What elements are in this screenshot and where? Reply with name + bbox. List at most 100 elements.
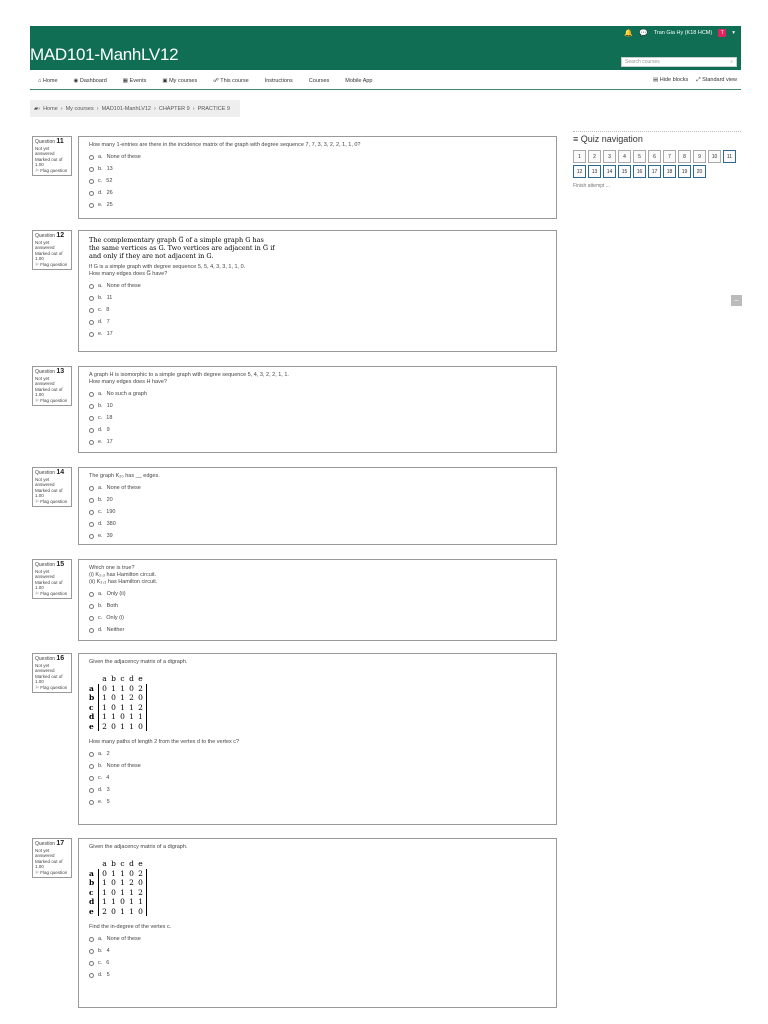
- finish-attempt-link[interactable]: Finish attempt ...: [573, 183, 741, 189]
- answer-option[interactable]: c. 6: [89, 960, 546, 967]
- quiz-nav-button-7[interactable]: 7: [663, 150, 676, 163]
- answer-option[interactable]: d. 380: [89, 521, 546, 528]
- flag-question-button[interactable]: ⚐ Flag question: [35, 262, 69, 268]
- quiz-nav-button-13[interactable]: 13: [588, 165, 601, 178]
- radio-button[interactable]: [89, 191, 94, 196]
- radio-button[interactable]: [89, 167, 94, 172]
- answer-option[interactable]: c. 4: [89, 775, 546, 782]
- answer-option[interactable]: a. None of these: [89, 283, 546, 290]
- quiz-nav-button-19[interactable]: 19: [678, 165, 691, 178]
- answer-option[interactable]: b. 13: [89, 166, 546, 173]
- answer-option[interactable]: d. 7: [89, 319, 546, 326]
- answer-option[interactable]: b. 10: [89, 403, 546, 410]
- breadcrumb-home[interactable]: Home: [43, 106, 58, 112]
- radio-button[interactable]: [89, 604, 94, 609]
- quiz-nav-button-1[interactable]: 1: [573, 150, 586, 163]
- radio-button[interactable]: [89, 296, 94, 301]
- quiz-nav-button-18[interactable]: 18: [663, 165, 676, 178]
- quiz-nav-button-4[interactable]: 4: [618, 150, 631, 163]
- radio-button[interactable]: [89, 949, 94, 954]
- breadcrumb-practice[interactable]: PRACTICE 9: [198, 106, 230, 112]
- radio-button[interactable]: [89, 404, 94, 409]
- answer-option[interactable]: e. 39: [89, 533, 546, 540]
- answer-option[interactable]: d. 5: [89, 972, 546, 979]
- flag-question-button[interactable]: ⚐ Flag question: [35, 591, 69, 597]
- answer-option[interactable]: c. 190: [89, 509, 546, 516]
- radio-button[interactable]: [89, 973, 94, 978]
- breadcrumb-my-courses[interactable]: My courses: [66, 106, 94, 112]
- bell-icon[interactable]: 🔔: [624, 29, 633, 37]
- radio-button[interactable]: [89, 416, 94, 421]
- radio-button[interactable]: [89, 752, 94, 757]
- radio-button[interactable]: [89, 155, 94, 160]
- answer-option[interactable]: c. Only (i): [89, 615, 546, 622]
- radio-button[interactable]: [89, 203, 94, 208]
- flag-question-button[interactable]: ⚐ Flag question: [35, 168, 69, 174]
- nav-home[interactable]: ⌂ Home: [38, 78, 58, 84]
- answer-option[interactable]: d. 26: [89, 190, 546, 197]
- nav-this-course[interactable]: ☍ This course: [213, 78, 248, 84]
- radio-button[interactable]: [89, 534, 94, 539]
- radio-button[interactable]: [89, 764, 94, 769]
- collapse-blocks-icon[interactable]: –: [731, 295, 742, 306]
- quiz-nav-button-12[interactable]: 12: [573, 165, 586, 178]
- radio-button[interactable]: [89, 486, 94, 491]
- hide-blocks-button[interactable]: ▤ Hide blocks: [653, 77, 688, 84]
- answer-option[interactable]: b. None of these: [89, 763, 546, 770]
- radio-button[interactable]: [89, 510, 94, 515]
- answer-option[interactable]: e. 17: [89, 439, 546, 446]
- answer-option[interactable]: b. Both: [89, 603, 546, 610]
- breadcrumb-course[interactable]: MAD101-ManhLV12: [102, 106, 151, 112]
- radio-button[interactable]: [89, 788, 94, 793]
- answer-option[interactable]: e. 25: [89, 202, 546, 209]
- radio-button[interactable]: [89, 628, 94, 633]
- answer-option[interactable]: e. 17: [89, 331, 546, 338]
- nav-mobile-app[interactable]: Mobile App: [345, 78, 372, 84]
- quiz-nav-button-3[interactable]: 3: [603, 150, 616, 163]
- answer-option[interactable]: a. Only (ii): [89, 591, 546, 598]
- quiz-nav-button-5[interactable]: 5: [633, 150, 646, 163]
- answer-option[interactable]: b. 4: [89, 948, 546, 955]
- answer-option[interactable]: c. 52: [89, 178, 546, 185]
- radio-button[interactable]: [89, 440, 94, 445]
- quiz-nav-button-6[interactable]: 6: [648, 150, 661, 163]
- answer-option[interactable]: d. 3: [89, 787, 546, 794]
- flag-question-button[interactable]: ⚐ Flag question: [35, 685, 69, 691]
- nav-events[interactable]: ▦ Events: [123, 78, 147, 84]
- flag-question-button[interactable]: ⚐ Flag question: [35, 499, 69, 505]
- radio-button[interactable]: [89, 522, 94, 527]
- answer-option[interactable]: d. 9: [89, 427, 546, 434]
- radio-button[interactable]: [89, 428, 94, 433]
- radio-button[interactable]: [89, 800, 94, 805]
- nav-courses[interactable]: Courses: [309, 78, 329, 84]
- chat-icon[interactable]: 💬: [639, 29, 648, 37]
- answer-option[interactable]: a. 2: [89, 751, 546, 758]
- flag-question-button[interactable]: ⚐ Flag question: [35, 870, 69, 876]
- chevron-down-icon[interactable]: ▾: [732, 30, 735, 36]
- radio-button[interactable]: [89, 284, 94, 289]
- quiz-nav-button-17[interactable]: 17: [648, 165, 661, 178]
- answer-option[interactable]: e. 5: [89, 799, 546, 806]
- answer-option[interactable]: c. 18: [89, 415, 546, 422]
- avatar[interactable]: T: [718, 29, 727, 37]
- answer-option[interactable]: a. No such a graph: [89, 391, 546, 398]
- answer-option[interactable]: b. 20: [89, 497, 546, 504]
- search-input[interactable]: Search courses ⌕: [621, 57, 737, 67]
- answer-option[interactable]: a. None of these: [89, 154, 546, 161]
- nav-instructions[interactable]: Instructions: [265, 78, 293, 84]
- radio-button[interactable]: [89, 616, 94, 621]
- search-icon[interactable]: ⌕: [730, 59, 733, 65]
- answer-option[interactable]: b. 11: [89, 295, 546, 302]
- quiz-nav-button-15[interactable]: 15: [618, 165, 631, 178]
- radio-button[interactable]: [89, 392, 94, 397]
- radio-button[interactable]: [89, 179, 94, 184]
- quiz-nav-button-20[interactable]: 20: [693, 165, 706, 178]
- nav-my-courses[interactable]: ▣ My courses: [162, 78, 197, 84]
- quiz-nav-button-8[interactable]: 8: [678, 150, 691, 163]
- quiz-nav-button-9[interactable]: 9: [693, 150, 706, 163]
- user-menu[interactable]: Tran Gia Hy (K18 HCM): [654, 30, 712, 36]
- quiz-nav-button-2[interactable]: 2: [588, 150, 601, 163]
- answer-option[interactable]: c. 8: [89, 307, 546, 314]
- standard-view-button[interactable]: ⤢ Standard view: [696, 77, 737, 84]
- radio-button[interactable]: [89, 320, 94, 325]
